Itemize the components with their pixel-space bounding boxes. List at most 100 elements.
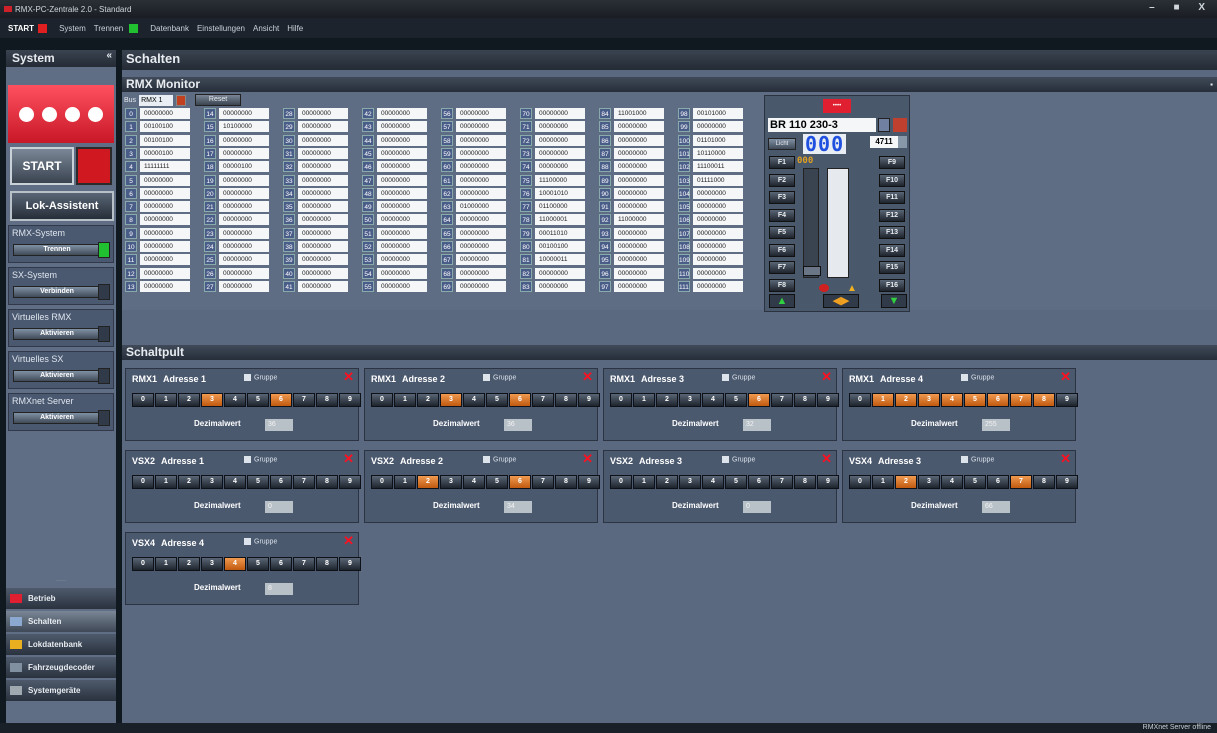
function-button[interactable]: F12 (879, 208, 905, 222)
bit-button[interactable]: 0 (849, 393, 871, 407)
bit-button[interactable]: 9 (578, 393, 600, 407)
dezimal-value-field[interactable]: 34 (504, 501, 532, 513)
bit-button[interactable]: 3 (918, 393, 940, 407)
bit-button[interactable]: 4 (224, 557, 246, 571)
function-button[interactable]: F13 (879, 226, 905, 239)
bit-button[interactable]: 5 (725, 393, 747, 407)
dezimal-value-field[interactable]: 0 (265, 501, 293, 513)
close-icon[interactable]: ✕ (582, 369, 593, 385)
dezimal-value-field[interactable]: 32 (743, 419, 771, 431)
menu-start[interactable]: START (8, 24, 34, 33)
dezimal-value-field[interactable]: 8 (265, 583, 293, 595)
bit-button[interactable]: 3 (201, 557, 223, 571)
reset-button[interactable]: Reset (195, 94, 242, 106)
bit-button[interactable]: 7 (1010, 475, 1032, 489)
bit-button[interactable]: 0 (132, 557, 154, 571)
function-button[interactable]: F4 (769, 208, 795, 222)
bit-button[interactable]: 9 (1056, 475, 1078, 489)
bit-button[interactable]: 6 (987, 475, 1009, 489)
bit-button[interactable]: 4 (463, 393, 485, 407)
bit-button[interactable]: 5 (247, 557, 269, 571)
menu-trennen[interactable]: Trennen (94, 24, 124, 33)
start-button[interactable]: START (10, 147, 74, 185)
bit-button[interactable]: 7 (293, 557, 315, 571)
bit-button[interactable]: 3 (679, 475, 701, 489)
bit-button[interactable]: 7 (1010, 393, 1032, 407)
bit-button[interactable]: 5 (486, 475, 508, 489)
wrench-icon[interactable] (893, 118, 907, 132)
bit-button[interactable]: 7 (293, 475, 315, 489)
bit-button[interactable]: 7 (532, 475, 554, 489)
bit-button[interactable]: 6 (748, 475, 770, 489)
menu-einstellungen[interactable]: Einstellungen (197, 24, 245, 33)
bit-button[interactable]: 7 (293, 393, 315, 407)
system-button[interactable]: Aktivieren (13, 328, 101, 340)
nav-item[interactable]: Systemgeräte (6, 680, 116, 701)
bit-button[interactable]: 1 (155, 475, 177, 489)
function-button[interactable]: F10 (879, 173, 905, 187)
bit-button[interactable]: 8 (1033, 475, 1055, 489)
bit-button[interactable]: 1 (872, 475, 894, 489)
address-spinner-icon[interactable] (898, 136, 907, 148)
function-button[interactable]: F3 (769, 191, 795, 204)
slider-knob[interactable] (803, 266, 821, 276)
bit-button[interactable]: 2 (895, 475, 917, 489)
bit-button[interactable]: 0 (132, 393, 154, 407)
bit-button[interactable]: 5 (964, 393, 986, 407)
menu-ansicht[interactable]: Ansicht (253, 24, 279, 33)
close-icon[interactable]: ✕ (343, 451, 354, 467)
system-button[interactable]: Trennen (13, 244, 101, 256)
bit-button[interactable]: 3 (440, 393, 462, 407)
bit-button[interactable]: 5 (725, 475, 747, 489)
bit-button[interactable]: 6 (509, 475, 531, 489)
bit-button[interactable]: 0 (610, 475, 632, 489)
bit-button[interactable]: 2 (656, 393, 678, 407)
close-icon[interactable]: ✕ (343, 533, 354, 549)
gruppe-checkbox[interactable]: Gruppe (244, 374, 277, 381)
bit-button[interactable]: 1 (394, 393, 416, 407)
function-button[interactable]: F8 (769, 278, 795, 292)
menu-system[interactable]: System (59, 24, 86, 33)
function-button[interactable]: F2 (769, 173, 795, 187)
bit-button[interactable]: 8 (316, 557, 338, 571)
bit-button[interactable]: 4 (224, 393, 246, 407)
bit-button[interactable]: 1 (155, 393, 177, 407)
bit-button[interactable]: 7 (771, 393, 793, 407)
bit-button[interactable]: 3 (201, 393, 223, 407)
bit-button[interactable]: 2 (178, 475, 200, 489)
close-icon[interactable]: ✕ (582, 451, 593, 467)
bit-button[interactable]: 9 (339, 557, 361, 571)
gruppe-checkbox[interactable]: Gruppe (722, 374, 755, 381)
bit-button[interactable]: 2 (656, 475, 678, 489)
bit-button[interactable]: 2 (178, 557, 200, 571)
bit-button[interactable]: 6 (270, 393, 292, 407)
bit-button[interactable]: 6 (987, 393, 1009, 407)
menu-datenbank[interactable]: Datenbank (150, 24, 189, 33)
dezimal-value-field[interactable]: 255 (982, 419, 1010, 431)
bit-button[interactable]: 6 (270, 475, 292, 489)
bit-button[interactable]: 9 (817, 393, 839, 407)
bit-button[interactable]: 7 (532, 393, 554, 407)
gruppe-checkbox[interactable]: Gruppe (483, 374, 516, 381)
function-button[interactable]: F7 (769, 261, 795, 274)
bit-button[interactable]: 0 (610, 393, 632, 407)
loco-address-field[interactable]: 4711 (870, 136, 898, 148)
bit-button[interactable]: 1 (394, 475, 416, 489)
bit-button[interactable]: 4 (702, 475, 724, 489)
bit-button[interactable]: 4 (224, 475, 246, 489)
stop-icon[interactable] (819, 284, 829, 292)
bit-button[interactable]: 9 (817, 475, 839, 489)
bit-button[interactable]: 2 (417, 475, 439, 489)
bit-button[interactable]: 5 (486, 393, 508, 407)
bit-button[interactable]: 6 (509, 393, 531, 407)
backward-button[interactable]: ▼ (881, 294, 907, 308)
speed-slider[interactable] (803, 168, 819, 278)
bit-button[interactable]: 0 (371, 475, 393, 489)
direction-button[interactable]: ◀▶ (823, 294, 859, 308)
bit-button[interactable]: 2 (417, 393, 439, 407)
bit-button[interactable]: 3 (679, 393, 701, 407)
grip-icon[interactable]: ····· (6, 578, 116, 586)
function-button[interactable]: F11 (879, 191, 905, 204)
bit-button[interactable]: 8 (555, 393, 577, 407)
system-button[interactable]: Aktivieren (13, 412, 101, 424)
